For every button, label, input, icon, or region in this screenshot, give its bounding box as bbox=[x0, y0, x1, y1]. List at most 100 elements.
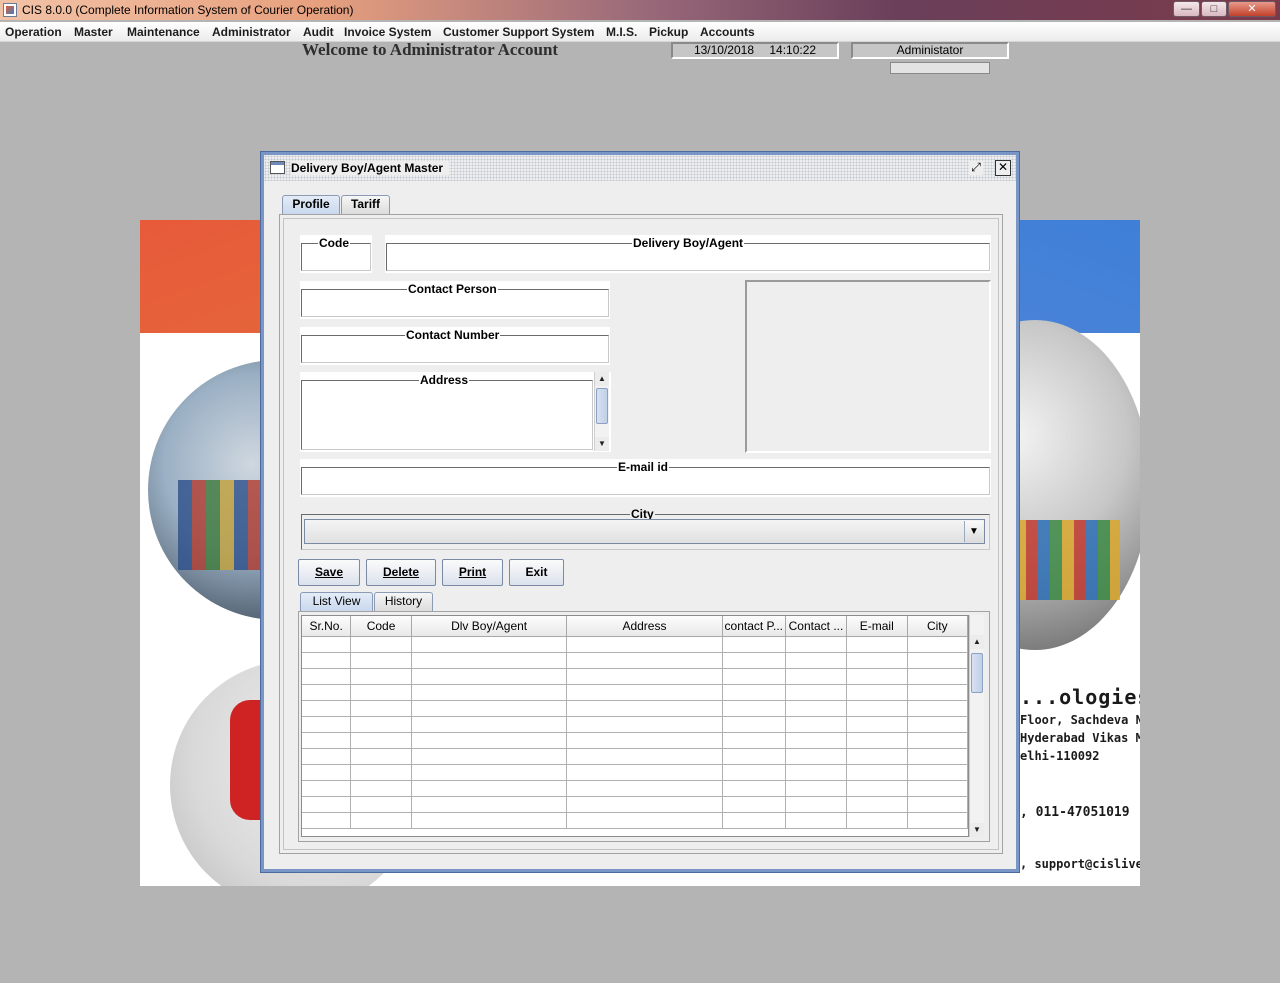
table-cell[interactable] bbox=[350, 796, 412, 813]
table-cell[interactable] bbox=[846, 796, 908, 813]
table-cell[interactable] bbox=[350, 780, 412, 797]
table-row[interactable] bbox=[302, 716, 968, 733]
table-cell[interactable] bbox=[907, 732, 968, 749]
table-cell[interactable] bbox=[846, 684, 908, 701]
table-cell[interactable] bbox=[411, 812, 568, 829]
table-row[interactable] bbox=[302, 700, 968, 717]
table-row[interactable] bbox=[302, 780, 968, 797]
table-cell[interactable] bbox=[907, 636, 968, 653]
table-cell[interactable] bbox=[302, 764, 352, 781]
table-cell[interactable] bbox=[411, 684, 568, 701]
table-cell[interactable] bbox=[907, 668, 968, 685]
tab-list-view[interactable]: List View bbox=[300, 592, 373, 611]
table-cell[interactable] bbox=[411, 716, 568, 733]
table-row[interactable] bbox=[302, 748, 968, 765]
table-cell[interactable] bbox=[722, 780, 787, 797]
table-cell[interactable] bbox=[302, 796, 352, 813]
table-cell[interactable] bbox=[907, 748, 968, 765]
table-cell[interactable] bbox=[566, 796, 723, 813]
city-select[interactable]: ▼ bbox=[304, 519, 985, 544]
table-cell[interactable] bbox=[846, 716, 908, 733]
menu-invoice-system[interactable]: Invoice System bbox=[344, 25, 431, 39]
menu-audit[interactable]: Audit bbox=[303, 25, 334, 39]
table-cell[interactable] bbox=[907, 764, 968, 781]
table-cell[interactable] bbox=[722, 812, 787, 829]
photo-box[interactable] bbox=[745, 280, 991, 453]
table-cell[interactable] bbox=[907, 780, 968, 797]
table-cell[interactable] bbox=[785, 668, 847, 685]
menu-pickup[interactable]: Pickup bbox=[649, 25, 688, 39]
chevron-down-icon[interactable]: ▼ bbox=[964, 521, 983, 542]
table-cell[interactable] bbox=[302, 748, 352, 765]
table-cell[interactable] bbox=[566, 812, 723, 829]
table-cell[interactable] bbox=[722, 764, 787, 781]
table-cell[interactable] bbox=[846, 732, 908, 749]
close-window-button[interactable]: ✕ bbox=[1228, 1, 1276, 17]
table-cell[interactable] bbox=[722, 732, 787, 749]
column-header-srno[interactable]: Sr.No. bbox=[302, 616, 352, 637]
table-cell[interactable] bbox=[785, 812, 847, 829]
table-cell[interactable] bbox=[722, 636, 787, 653]
table-cell[interactable] bbox=[411, 748, 568, 765]
save-button[interactable]: Save bbox=[298, 559, 360, 586]
table-cell[interactable] bbox=[350, 652, 412, 669]
table-cell[interactable] bbox=[302, 812, 352, 829]
table-cell[interactable] bbox=[350, 732, 412, 749]
table-row[interactable] bbox=[302, 796, 968, 813]
table-cell[interactable] bbox=[785, 764, 847, 781]
restore-icon[interactable]: ⤢ bbox=[969, 161, 983, 175]
menu-maintenance[interactable]: Maintenance bbox=[127, 25, 200, 39]
table-cell[interactable] bbox=[302, 732, 352, 749]
agent-table[interactable]: Sr.No. Code Dlv Boy/Agent Address contac… bbox=[301, 615, 969, 837]
maximize-button[interactable]: □ bbox=[1201, 1, 1227, 17]
scroll-down-icon[interactable]: ▼ bbox=[970, 823, 984, 837]
table-cell[interactable] bbox=[566, 652, 723, 669]
menu-mis[interactable]: M.I.S. bbox=[606, 25, 637, 39]
close-icon[interactable]: ✕ bbox=[995, 160, 1011, 176]
table-cell[interactable] bbox=[566, 684, 723, 701]
contact-person-field[interactable]: Contact Person bbox=[300, 281, 610, 319]
table-cell[interactable] bbox=[350, 748, 412, 765]
delete-button[interactable]: Delete bbox=[366, 559, 436, 586]
table-cell[interactable] bbox=[907, 652, 968, 669]
table-cell[interactable] bbox=[302, 684, 352, 701]
table-cell[interactable] bbox=[785, 732, 847, 749]
menu-operation[interactable]: Operation bbox=[5, 25, 62, 39]
table-cell[interactable] bbox=[846, 668, 908, 685]
table-cell[interactable] bbox=[411, 796, 568, 813]
table-cell[interactable] bbox=[722, 700, 787, 717]
table-cell[interactable] bbox=[907, 716, 968, 733]
table-cell[interactable] bbox=[411, 700, 568, 717]
table-cell[interactable] bbox=[722, 716, 787, 733]
table-cell[interactable] bbox=[846, 812, 908, 829]
table-cell[interactable] bbox=[846, 700, 908, 717]
table-cell[interactable] bbox=[785, 652, 847, 669]
table-cell[interactable] bbox=[566, 716, 723, 733]
table-cell[interactable] bbox=[302, 700, 352, 717]
exit-button[interactable]: Exit bbox=[509, 559, 564, 586]
column-header-address[interactable]: Address bbox=[566, 616, 723, 637]
column-header-contact-number[interactable]: Contact ... bbox=[785, 616, 847, 637]
table-cell[interactable] bbox=[846, 636, 908, 653]
table-cell[interactable] bbox=[411, 636, 568, 653]
menu-customer-support[interactable]: Customer Support System bbox=[443, 25, 594, 39]
table-cell[interactable] bbox=[785, 700, 847, 717]
table-cell[interactable] bbox=[846, 780, 908, 797]
table-cell[interactable] bbox=[302, 652, 352, 669]
table-cell[interactable] bbox=[846, 652, 908, 669]
table-cell[interactable] bbox=[722, 668, 787, 685]
table-cell[interactable] bbox=[566, 668, 723, 685]
minimize-button[interactable]: — bbox=[1173, 1, 1200, 17]
table-cell[interactable] bbox=[350, 716, 412, 733]
table-cell[interactable] bbox=[785, 748, 847, 765]
table-cell[interactable] bbox=[411, 764, 568, 781]
table-cell[interactable] bbox=[785, 716, 847, 733]
scroll-up-icon[interactable]: ▲ bbox=[595, 372, 609, 386]
delivery-boy-field[interactable]: Delivery Boy/Agent bbox=[385, 235, 991, 273]
table-cell[interactable] bbox=[350, 668, 412, 685]
tab-history[interactable]: History bbox=[374, 592, 433, 611]
menu-accounts[interactable]: Accounts bbox=[700, 25, 755, 39]
table-cell[interactable] bbox=[302, 668, 352, 685]
table-row[interactable] bbox=[302, 636, 968, 653]
table-cell[interactable] bbox=[566, 732, 723, 749]
